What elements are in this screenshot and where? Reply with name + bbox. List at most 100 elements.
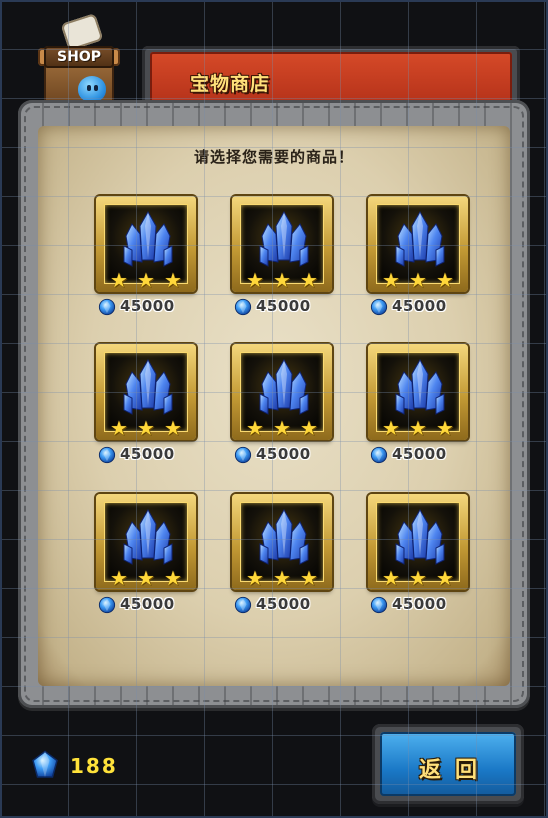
star-icon: ★ [409, 268, 427, 292]
item-price: 45000 [256, 445, 311, 463]
item-tile[interactable]: ★ ★ ★ [232, 196, 332, 292]
star-icon: ★ [246, 268, 264, 292]
price-row: 45000 [232, 594, 342, 616]
shop-item[interactable]: ★ ★ ★ 45000 [96, 344, 196, 468]
star-icon: ★ [300, 566, 318, 590]
item-price: 45000 [392, 297, 447, 315]
gem-count: 188 [70, 754, 118, 778]
star-rating: ★ ★ ★ [380, 416, 456, 440]
star-icon: ★ [246, 416, 264, 440]
star-icon: ★ [137, 268, 155, 292]
star-icon: ★ [382, 566, 400, 590]
item-price: 45000 [120, 445, 175, 463]
gem-icon [370, 596, 388, 614]
star-rating: ★ ★ ★ [108, 566, 184, 590]
price-row: 45000 [368, 594, 478, 616]
star-icon: ★ [110, 566, 128, 590]
star-icon: ★ [436, 416, 454, 440]
item-tile[interactable]: ★ ★ ★ [232, 494, 332, 590]
title-bar: 宝物商店 [150, 52, 512, 104]
star-icon: ★ [164, 268, 182, 292]
price-row: 45000 [368, 444, 478, 466]
instruction-text: 请选择您需要的商品！ [193, 148, 354, 166]
star-rating: ★ ★ ★ [244, 416, 320, 440]
price-row: 45000 [96, 594, 206, 616]
item-tile[interactable]: ★ ★ ★ [96, 344, 196, 440]
gem-icon [234, 596, 252, 614]
star-rating: ★ ★ ★ [108, 268, 184, 292]
star-icon: ★ [436, 268, 454, 292]
star-icon: ★ [300, 268, 318, 292]
shop-item[interactable]: ★ ★ ★ 45000 [232, 494, 332, 618]
blue-crystal-icon [123, 210, 173, 267]
page-title: 宝物商店 [190, 73, 271, 95]
slime-mascot-icon [78, 76, 106, 102]
star-icon: ★ [137, 416, 155, 440]
shop-sign-icon: SHOP [38, 13, 122, 108]
item-price: 45000 [392, 595, 447, 613]
star-rating: ★ ★ ★ [244, 566, 320, 590]
item-price: 45000 [120, 595, 175, 613]
shop-item[interactable]: ★ ★ ★ 45000 [368, 494, 468, 618]
gem-icon [98, 596, 116, 614]
shop-item[interactable]: ★ ★ ★ 45000 [232, 344, 332, 468]
blue-crystal-icon [259, 210, 309, 267]
item-tile[interactable]: ★ ★ ★ [368, 494, 468, 590]
shop-item[interactable]: ★ ★ ★ 45000 [96, 196, 196, 320]
blue-crystal-icon [259, 508, 309, 565]
price-row: 45000 [232, 296, 342, 318]
star-icon: ★ [110, 268, 128, 292]
item-tile[interactable]: ★ ★ ★ [232, 344, 332, 440]
shop-item[interactable]: ★ ★ ★ 45000 [368, 196, 468, 320]
item-tile[interactable]: ★ ★ ★ [368, 196, 468, 292]
shop-item[interactable]: ★ ★ ★ 45000 [232, 196, 332, 320]
gem-icon [234, 298, 252, 316]
star-icon: ★ [246, 566, 264, 590]
shop-item[interactable]: ★ ★ ★ 45000 [96, 494, 196, 618]
blue-crystal-icon [395, 508, 445, 565]
gem-icon [370, 298, 388, 316]
item-price: 45000 [256, 595, 311, 613]
star-icon: ★ [382, 268, 400, 292]
star-rating: ★ ★ ★ [108, 416, 184, 440]
item-tile[interactable]: ★ ★ ★ [368, 344, 468, 440]
star-rating: ★ ★ ★ [380, 566, 456, 590]
blue-crystal-icon [395, 358, 445, 415]
gem-icon [32, 750, 58, 778]
blue-crystal-icon [123, 358, 173, 415]
star-icon: ★ [382, 416, 400, 440]
gem-icon [234, 446, 252, 464]
back-button-label: 返回 [418, 758, 491, 783]
back-button-face[interactable]: 返回 [380, 732, 516, 796]
item-price: 45000 [120, 297, 175, 315]
shop-item[interactable]: ★ ★ ★ 45000 [368, 344, 468, 468]
star-rating: ★ ★ ★ [380, 268, 456, 292]
blue-crystal-icon [123, 508, 173, 565]
back-button[interactable]: 返回 [372, 724, 524, 804]
star-icon: ★ [300, 416, 318, 440]
price-row: 45000 [368, 296, 478, 318]
price-row: 45000 [96, 296, 206, 318]
star-rating: ★ ★ ★ [244, 268, 320, 292]
star-icon: ★ [137, 566, 155, 590]
star-icon: ★ [164, 416, 182, 440]
item-tile[interactable]: ★ ★ ★ [96, 494, 196, 590]
star-icon: ★ [164, 566, 182, 590]
gem-icon [98, 298, 116, 316]
star-icon: ★ [409, 566, 427, 590]
blue-crystal-icon [395, 210, 445, 267]
shop-sign-label: SHOP [44, 46, 114, 68]
item-price: 45000 [392, 445, 447, 463]
item-price: 45000 [256, 297, 311, 315]
star-icon: ★ [436, 566, 454, 590]
star-icon: ★ [273, 268, 291, 292]
star-icon: ★ [110, 416, 128, 440]
item-tile[interactable]: ★ ★ ★ [96, 196, 196, 292]
gem-icon [98, 446, 116, 464]
gem-icon [370, 446, 388, 464]
price-row: 45000 [232, 444, 342, 466]
price-row: 45000 [96, 444, 206, 466]
gem-balance: 188 [30, 750, 150, 782]
blue-crystal-icon [259, 358, 309, 415]
star-icon: ★ [273, 416, 291, 440]
